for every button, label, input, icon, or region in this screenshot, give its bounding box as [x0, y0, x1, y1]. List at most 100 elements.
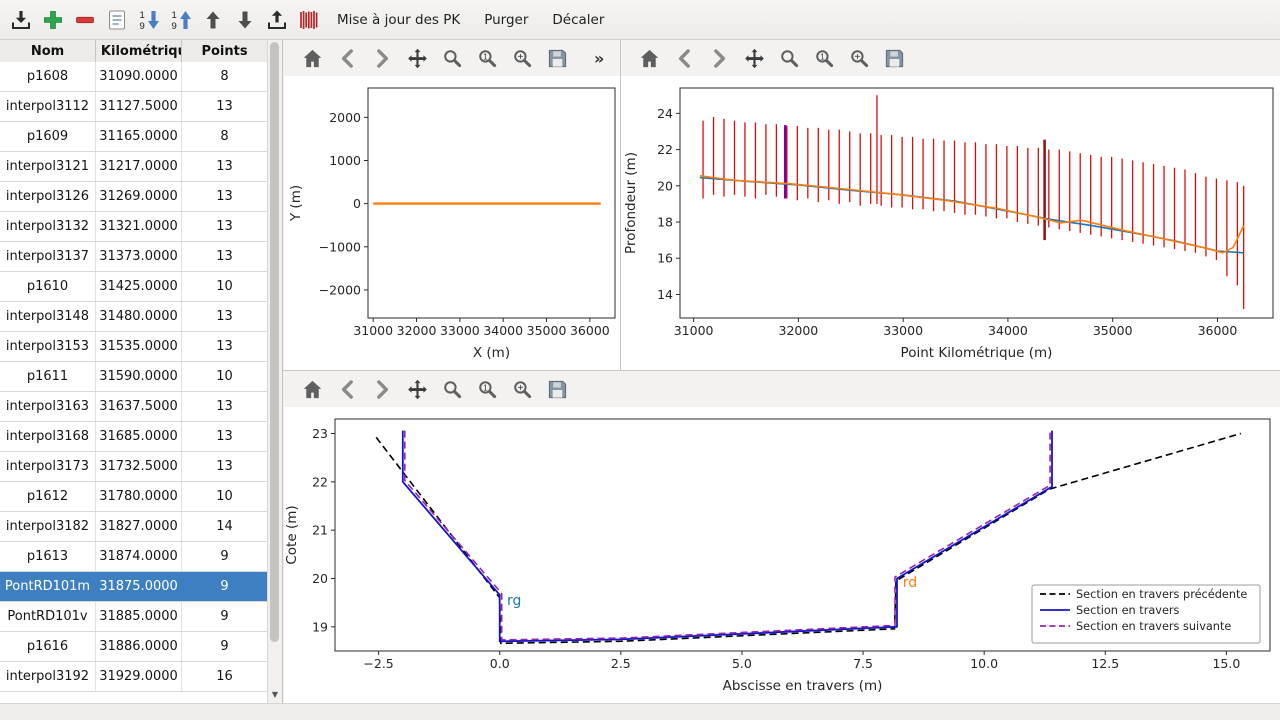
svg-text:14: 14 [657, 287, 673, 302]
zoom-button[interactable] [440, 377, 464, 401]
move-down-icon [233, 8, 257, 32]
cell-points: 16 [182, 662, 268, 691]
back-button[interactable] [335, 377, 359, 401]
sort-ascending-button[interactable]: 19 [168, 6, 194, 34]
save-icon [546, 47, 569, 70]
shift-button[interactable]: Décaler [543, 7, 613, 33]
table-row[interactable]: p160831090.00008 [0, 62, 268, 92]
forward-icon [371, 47, 394, 70]
sections-button[interactable] [296, 6, 322, 34]
svg-text:31000: 31000 [674, 323, 714, 338]
svg-text:34000: 34000 [988, 323, 1028, 338]
zoom-selection-button[interactable]: + [847, 46, 871, 70]
table-row[interactable]: p161231780.000010 [0, 482, 268, 512]
import-button[interactable] [8, 6, 34, 34]
pan-button[interactable] [405, 377, 429, 401]
forward-button[interactable] [370, 46, 394, 70]
column-header-0[interactable]: Nom [0, 40, 96, 62]
table-row[interactable]: PontRD101m31875.00009 [0, 572, 268, 602]
back-button[interactable] [672, 46, 696, 70]
cell-pk: 31535.0000 [96, 332, 182, 361]
add-button[interactable] [40, 6, 66, 34]
table-row[interactable]: interpol312631269.000013 [0, 182, 268, 212]
table-row[interactable]: PontRD101v31885.00009 [0, 602, 268, 632]
table-row[interactable]: p161131590.000010 [0, 362, 268, 392]
table-row[interactable]: interpol313731373.000013 [0, 242, 268, 272]
cross-section-panel: 1 + −2.50.02.55.07.510.012.515.0192021222… [284, 371, 1280, 704]
cell-points: 13 [182, 302, 268, 331]
sort-descending-icon: 19 [137, 8, 161, 32]
zoom-icon [441, 378, 464, 401]
profile-chart-canvas[interactable]: 3100032000330003400035000360001416182022… [621, 76, 1280, 370]
svg-text:Point Kilométrique (m): Point Kilométrique (m) [901, 345, 1053, 361]
svg-text:0.0: 0.0 [490, 656, 510, 671]
forward-button[interactable] [707, 46, 731, 70]
panel-divider-vertical [620, 40, 621, 371]
home-button[interactable] [637, 46, 661, 70]
export-button[interactable] [264, 6, 290, 34]
zoom-original-icon: 1 [813, 47, 836, 70]
svg-text:1: 1 [172, 10, 177, 21]
cell-pk: 31321.0000 [96, 212, 182, 241]
zoom-selection-button[interactable]: + [510, 377, 534, 401]
svg-text:Section en travers: Section en travers [1076, 604, 1180, 617]
table-row[interactable]: interpol319231929.000016 [0, 662, 268, 692]
svg-text:31000: 31000 [353, 323, 393, 338]
cell-points: 10 [182, 482, 268, 511]
pan-button[interactable] [742, 46, 766, 70]
svg-text:7.5: 7.5 [853, 656, 873, 671]
home-button[interactable] [300, 377, 324, 401]
home-button[interactable] [300, 46, 324, 70]
remove-button[interactable] [72, 6, 98, 34]
edit-button[interactable] [104, 6, 130, 34]
move-up-button[interactable] [200, 6, 226, 34]
table-row[interactable]: interpol317331732.500013 [0, 452, 268, 482]
table-row[interactable]: p161331874.00009 [0, 542, 268, 572]
table-row[interactable]: p160931165.00008 [0, 122, 268, 152]
forward-icon [371, 378, 394, 401]
forward-button[interactable] [370, 377, 394, 401]
table-row[interactable]: interpol315331535.000013 [0, 332, 268, 362]
table-row[interactable]: interpol316331637.500013 [0, 392, 268, 422]
svg-text:22: 22 [657, 142, 673, 157]
save-button[interactable] [882, 46, 906, 70]
zoom-selection-button[interactable]: + [510, 46, 534, 70]
move-down-button[interactable] [232, 6, 258, 34]
scrollbar-thumb[interactable] [270, 42, 279, 642]
table-row[interactable]: p161631886.00009 [0, 632, 268, 662]
column-header-1[interactable]: t Kilométriqu [96, 40, 182, 62]
zoom-original-button[interactable]: 1 [812, 46, 836, 70]
table-row[interactable]: interpol318231827.000014 [0, 512, 268, 542]
save-button[interactable] [545, 377, 569, 401]
table-row[interactable]: interpol311231127.500013 [0, 92, 268, 122]
cell-pk: 31590.0000 [96, 362, 182, 391]
table-scrollbar[interactable]: ▼ [267, 40, 282, 703]
pan-button[interactable] [405, 46, 429, 70]
table-header: Nomt KilométriquPoints [0, 40, 282, 63]
plan-chart-canvas[interactable]: 310003200033000340003500036000200010000−… [284, 76, 620, 370]
cross-section-chart-canvas[interactable]: −2.50.02.55.07.510.012.515.01920212223Ab… [284, 407, 1280, 704]
purge-button[interactable]: Purger [475, 7, 537, 33]
toolbar-overflow-chevron[interactable]: » [594, 49, 604, 68]
cell-points: 13 [182, 332, 268, 361]
update-pk-button[interactable]: Mise à jour des PK [328, 7, 469, 33]
table-row[interactable]: interpol313231321.000013 [0, 212, 268, 242]
svg-text:35000: 35000 [1093, 323, 1133, 338]
zoom-original-button[interactable]: 1 [475, 377, 499, 401]
zoom-selection-icon: + [848, 47, 871, 70]
zoom-original-button[interactable]: 1 [475, 46, 499, 70]
zoom-button[interactable] [777, 46, 801, 70]
column-header-2[interactable]: Points [182, 40, 268, 62]
save-button[interactable] [545, 46, 569, 70]
sort-descending-button[interactable]: 19 [136, 6, 162, 34]
table-row[interactable]: interpol316831685.000013 [0, 422, 268, 452]
table-row[interactable]: interpol312131217.000013 [0, 152, 268, 182]
scrollbar-down-arrow-icon[interactable]: ▼ [268, 688, 282, 702]
main-toolbar: 19 19 Mise à jour des PKPurgerDécaler [0, 0, 1280, 40]
table-row[interactable]: interpol314831480.000013 [0, 302, 268, 332]
back-button[interactable] [335, 46, 359, 70]
cell-points: 9 [182, 632, 268, 661]
zoom-button[interactable] [440, 46, 464, 70]
table-body: p160831090.00008interpol311231127.500013… [0, 62, 268, 704]
table-row[interactable]: p161031425.000010 [0, 272, 268, 302]
